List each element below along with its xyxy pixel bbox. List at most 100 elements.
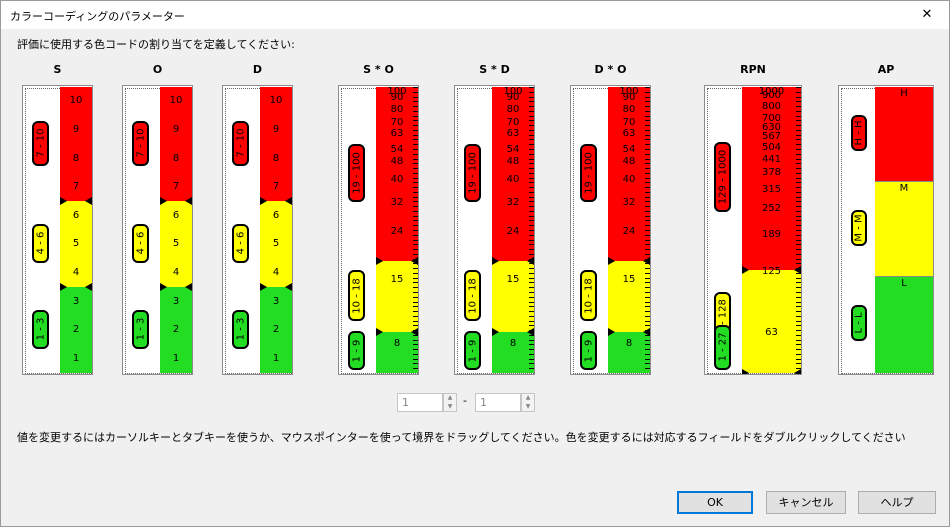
range-badge-yellow[interactable]: 10 - 18	[464, 269, 481, 322]
tick-label: 378	[761, 167, 782, 179]
boundary-handle-icon[interactable]	[794, 369, 801, 374]
cancel-button[interactable]: キャンセル	[766, 491, 846, 514]
range-badge-red[interactable]: 7 - 10	[232, 120, 249, 166]
boundary-handle-icon[interactable]	[492, 257, 499, 266]
color-bar[interactable]: 100 90 80 70 63 54 48 40 32 24 15 8	[376, 87, 418, 373]
boundary-handle-icon[interactable]	[60, 283, 67, 292]
boundary-handle-icon[interactable]	[742, 369, 749, 374]
range-from-spinner[interactable]: ▲ ▼	[443, 393, 457, 412]
minor-tick	[796, 220, 801, 222]
segment-yellow[interactable]	[608, 261, 650, 332]
segment-yellow[interactable]	[492, 261, 534, 332]
minor-tick	[645, 201, 650, 203]
segment-label: L	[901, 277, 907, 289]
boundary-handle-icon[interactable]	[376, 257, 383, 266]
range-badge-green[interactable]: 1 - 9	[348, 331, 365, 370]
tick-label: 54	[506, 143, 520, 155]
boundary-handle-icon[interactable]	[260, 197, 267, 206]
boundary-handle-icon[interactable]	[742, 265, 749, 274]
color-bar[interactable]: 1 2 3 4 5 6 7 8 9 10	[60, 87, 92, 373]
spin-down-icon[interactable]: ▼	[522, 403, 534, 411]
color-bar[interactable]: 100 90 80 70 63 54 48 40 32 24 15 8	[492, 87, 534, 373]
boundary-handle-icon[interactable]	[60, 197, 67, 206]
color-bar[interactable]: 1000 900 800 700 630 567 504 441 378 315 252 189 125…	[742, 87, 801, 374]
segment-yellow[interactable]: M	[875, 181, 933, 276]
range-badge-green[interactable]: L - L	[851, 305, 867, 342]
ok-button[interactable]: OK	[677, 491, 753, 514]
minor-tick	[529, 172, 534, 174]
boundary-handle-icon[interactable]	[608, 257, 615, 266]
range-badge-yellow[interactable]: 4 - 6	[132, 223, 149, 263]
minor-tick	[529, 249, 534, 251]
color-bar[interactable]: 100 90 80 70 63 54 48 40 32 24 15 8	[608, 87, 650, 373]
boundary-handle-icon[interactable]	[492, 327, 499, 336]
range-badge-yellow[interactable]: 10 - 18	[348, 269, 365, 322]
range-badge-yellow[interactable]: 4 - 6	[232, 223, 249, 263]
range-badge-yellow[interactable]: 4 - 6	[32, 223, 49, 263]
range-badge-green[interactable]: 1 - 3	[32, 309, 49, 349]
range-badge-red[interactable]: 19 - 100	[580, 144, 597, 202]
minor-tick	[645, 163, 650, 165]
boundary-handle-icon[interactable]	[260, 283, 267, 292]
range-to-spinner[interactable]: ▲ ▼	[521, 393, 535, 412]
range-badge-red[interactable]: 129 - 1000	[714, 142, 731, 213]
minor-tick	[645, 110, 650, 112]
scale-frame: 1 2 3 4 5 6 7 8 9 10 7 - 10 4 - 6 1 - 3	[222, 85, 293, 375]
color-bar[interactable]: 1 2 3 4 5 6 7 8 9 10	[260, 87, 292, 373]
spin-up-icon[interactable]: ▲	[444, 394, 456, 402]
tick-label: 6	[272, 209, 280, 221]
boundary-handle-icon[interactable]	[376, 327, 383, 336]
spin-up-icon[interactable]: ▲	[522, 394, 534, 402]
range-text: 129 - 1000	[717, 150, 728, 205]
boundary-handle-icon[interactable]	[285, 283, 292, 292]
boundary-handle-icon[interactable]	[285, 197, 292, 206]
range-badge-red[interactable]: 7 - 10	[132, 120, 149, 166]
minor-tick	[645, 315, 650, 317]
range-badge-red[interactable]: 19 - 100	[464, 144, 481, 202]
help-button[interactable]: ヘルプ	[858, 491, 936, 514]
close-icon[interactable]: ✕	[905, 1, 949, 29]
boundary-handle-icon[interactable]	[85, 197, 92, 206]
range-from-input[interactable]	[397, 393, 443, 412]
range-badge-green[interactable]: 1 - 9	[580, 331, 597, 370]
boundary-handle-icon[interactable]	[160, 283, 167, 292]
minor-tick	[645, 253, 650, 255]
range-badge-green[interactable]: 1 - 27	[714, 324, 731, 370]
minor-tick	[413, 239, 418, 241]
boundary-handle-icon[interactable]	[160, 197, 167, 206]
segment-yellow[interactable]	[742, 269, 801, 373]
range-badge-yellow[interactable]: M - M	[851, 209, 867, 246]
segment-red[interactable]: H	[875, 87, 933, 182]
range-to-input[interactable]	[475, 393, 521, 412]
boundary-handle-icon[interactable]	[608, 327, 615, 336]
tick-label: 63	[765, 326, 778, 338]
color-bar[interactable]: 1 2 3 4 5 6 7 8 9 10	[160, 87, 192, 373]
boundary-handle-icon[interactable]	[185, 283, 192, 292]
range-badge-green[interactable]: 1 - 9	[464, 331, 481, 370]
minor-tick	[413, 282, 418, 284]
range-badge-green[interactable]: 1 - 3	[132, 309, 149, 349]
spin-down-icon[interactable]: ▼	[444, 403, 456, 411]
boundary-handle-icon[interactable]	[85, 283, 92, 292]
range-badge-red[interactable]: 19 - 100	[348, 144, 365, 202]
minor-tick	[796, 182, 801, 184]
segment-green[interactable]: L	[875, 275, 933, 373]
range-badge-yellow[interactable]: 10 - 18	[580, 269, 597, 322]
minor-tick	[413, 306, 418, 308]
minor-tick	[413, 172, 418, 174]
range-badge-green[interactable]: 1 - 3	[232, 309, 249, 349]
minor-tick	[529, 110, 534, 112]
minor-tick	[645, 139, 650, 141]
range-text: M - M	[853, 213, 865, 242]
boundary-handle-icon[interactable]	[185, 197, 192, 206]
minor-tick	[413, 349, 418, 351]
range-badge-red[interactable]: H - H	[851, 115, 867, 152]
range-text: 19 - 100	[583, 152, 594, 195]
minor-tick	[796, 244, 801, 246]
color-bar[interactable]: H M L	[875, 87, 933, 373]
range-badge-red[interactable]: 7 - 10	[32, 120, 49, 166]
tick-label: 3	[72, 295, 80, 307]
segment-yellow[interactable]	[376, 261, 418, 332]
minor-tick	[645, 225, 650, 227]
minor-tick	[413, 196, 418, 198]
